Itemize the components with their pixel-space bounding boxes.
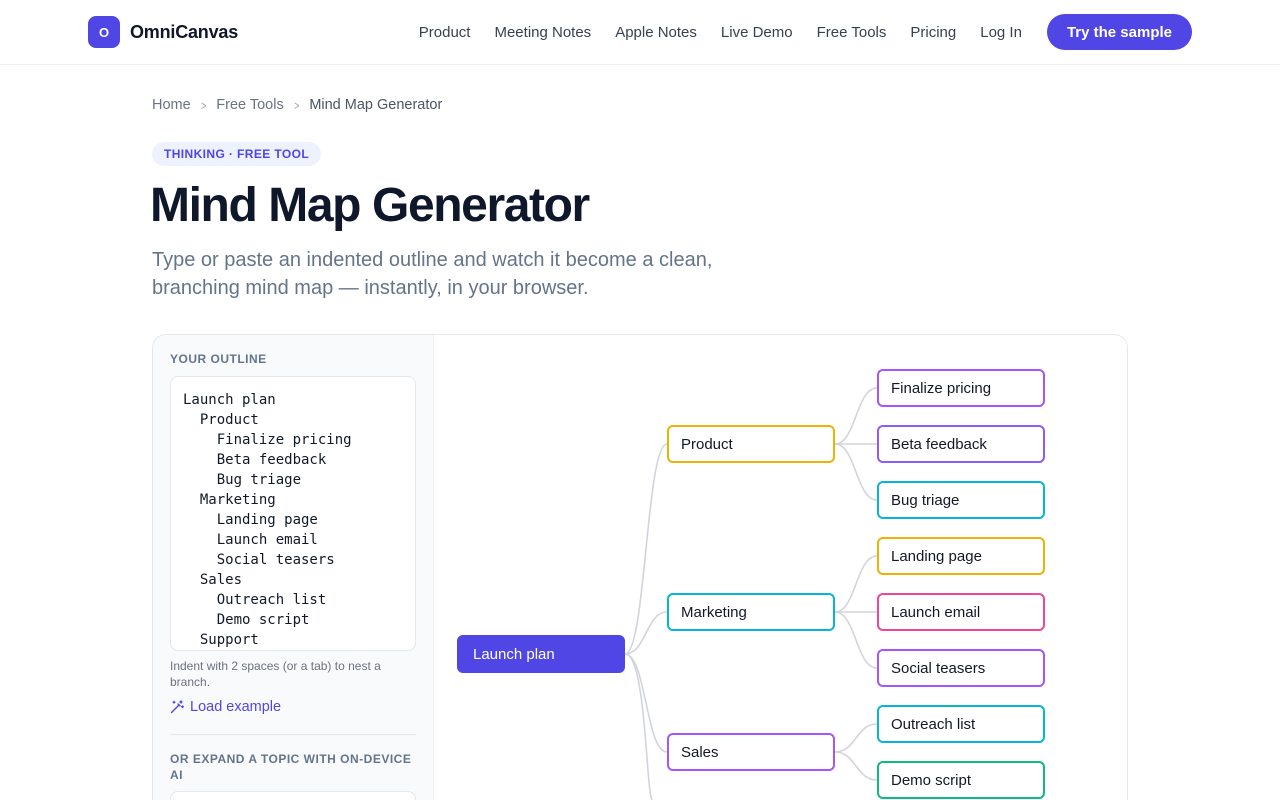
outline-line: Landing page: [183, 512, 318, 528]
chevron-right-icon: >: [293, 97, 300, 113]
outline-line: Product: [183, 412, 259, 428]
page-subtitle: Type or paste an indented outline and wa…: [152, 249, 713, 299]
brand-name: OmniCanvas: [130, 21, 239, 42]
nav-link-live-demo[interactable]: Live Demo: [721, 24, 793, 41]
outline-line: Marketing: [183, 492, 276, 508]
outline-line: Sales: [183, 572, 243, 588]
main-nav: Product Meeting Notes Apple Notes Live D…: [419, 14, 1192, 50]
outline-line: Finalize pricing: [183, 432, 352, 448]
nav-link-pricing[interactable]: Pricing: [910, 24, 956, 41]
outline-line: Bug triage: [183, 472, 302, 488]
mind-map-leaf-node[interactable]: Launch email: [877, 593, 1045, 631]
outline-line: Launch plan: [183, 392, 276, 408]
outline-line: Social teasers: [183, 552, 335, 568]
outline-label: YOUR OUTLINE: [170, 352, 267, 366]
breadcrumb: Home > Free Tools > Mind Map Generator: [152, 97, 442, 113]
mind-map-branch-node[interactable]: Sales: [667, 733, 835, 771]
try-sample-button[interactable]: Try the sample: [1046, 14, 1192, 50]
indent-hint: Indent with 2 spaces (or a tab) to nest …: [170, 659, 381, 689]
outline-line: Beta feedback: [183, 452, 327, 468]
outline-line: Outreach list: [183, 592, 327, 608]
outline-textarea[interactable]: Launch plan Product Finalize pricing Bet…: [170, 376, 416, 651]
brand-logo[interactable]: O OmniCanvas: [88, 16, 238, 48]
breadcrumb-current-page: Mind Map Generator: [309, 97, 443, 113]
mind-map-leaf-node[interactable]: Landing page: [877, 537, 1045, 575]
ai-topic-input[interactable]: [170, 791, 416, 800]
nav-link-product[interactable]: Product: [419, 24, 471, 41]
page-title: Mind Map Generator: [150, 179, 590, 232]
nav-link-apple-notes[interactable]: Apple Notes: [615, 24, 697, 41]
panel-divider: [170, 734, 416, 735]
nav-link-free-tools[interactable]: Free Tools: [817, 24, 887, 41]
nav-link-log-in[interactable]: Log In: [980, 24, 1022, 41]
mind-map-leaf-node[interactable]: Finalize pricing: [877, 369, 1045, 407]
chevron-right-icon: >: [200, 97, 207, 113]
mind-map-branch-node[interactable]: Marketing: [667, 593, 835, 631]
outline-line: Demo script: [183, 612, 310, 628]
load-example-label: Load example: [190, 699, 282, 715]
mind-map-root-node[interactable]: Launch plan: [457, 635, 625, 673]
mind-map-branch-node[interactable]: Product: [667, 425, 835, 463]
breadcrumb-home[interactable]: Home: [152, 97, 191, 113]
load-example-button[interactable]: Load example: [170, 699, 281, 715]
mind-map-leaf-node[interactable]: Outreach list: [877, 705, 1045, 743]
outline-panel: YOUR OUTLINE Launch plan Product Finaliz…: [153, 335, 434, 800]
mind-map-leaf-node[interactable]: Social teasers: [877, 649, 1045, 687]
category-badge: THINKING · FREE TOOL: [152, 142, 322, 166]
mind-map-leaf-node[interactable]: Beta feedback: [877, 425, 1045, 463]
top-navigation-bar: O OmniCanvas Product Meeting Notes Apple…: [0, 0, 1280, 65]
nav-link-meeting-notes[interactable]: Meeting Notes: [494, 24, 591, 41]
outline-line: Support: [183, 632, 259, 648]
breadcrumb-free-tools[interactable]: Free Tools: [216, 97, 283, 113]
logo-mark-icon: O: [88, 16, 120, 48]
outline-line: Launch email: [183, 532, 318, 548]
ai-expand-label: OR EXPAND A TOPIC WITH ON-DEVICE AI: [170, 752, 412, 782]
mind-map-leaf-node[interactable]: Bug triage: [877, 481, 1045, 519]
magic-wand-icon: [170, 700, 184, 714]
mind-map-leaf-node[interactable]: Demo script: [877, 761, 1045, 799]
